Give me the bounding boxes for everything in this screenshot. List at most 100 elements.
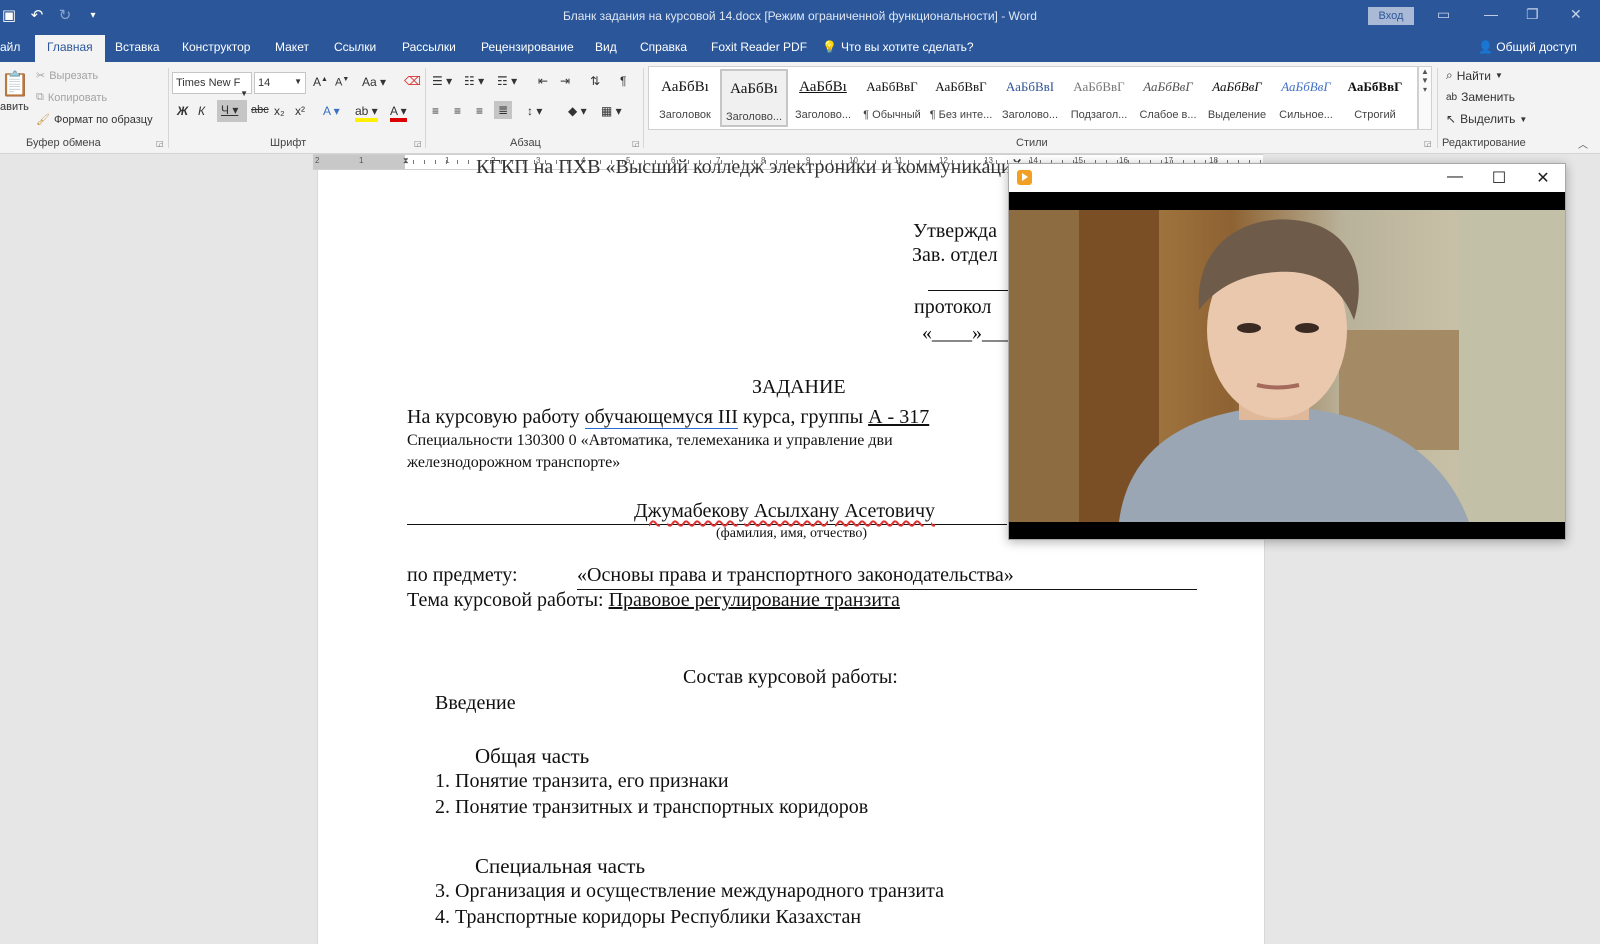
cut-button[interactable]: ✂ Вырезать [36,69,98,83]
share-button[interactable]: 👤 Общий доступ [1478,40,1577,54]
replace-label: Заменить [1461,90,1516,104]
login-button[interactable]: Вход [1368,7,1414,25]
style-heading-3[interactable]: АаБбВвI Заголово... [996,69,1064,127]
subscript-button[interactable]: x₂ [274,104,285,118]
video-area[interactable] [1009,192,1565,539]
style-name: ¶ Обычный [863,109,921,121]
video-close-button[interactable]: ✕ [1533,168,1553,188]
paragraph-launcher-icon[interactable]: ◲ [632,139,640,148]
separator [1437,68,1438,148]
cursor-icon: ↖ [1446,112,1457,126]
tab-view[interactable]: Вид [595,40,617,54]
find-button[interactable]: ⌕ Найти ▼ [1446,68,1503,83]
change-case-button[interactable]: Aa ▾ [362,75,386,89]
borders-icon[interactable]: ▦ ▾ [601,104,622,118]
style-name: Заголово... [1001,109,1059,121]
style-subtle-emphasis[interactable]: АаБбВвГ Слабое в... [1134,69,1202,127]
styles-scrollbar[interactable]: ▲ ▼ ▾ [1418,66,1432,130]
doc-subject-label: по предмету: [407,564,518,586]
tab-home[interactable]: Главная [35,35,105,62]
format-painter-button[interactable]: 🖌 Формат по образцу [36,113,153,127]
line-spacing-icon[interactable]: ↕ ▾ [527,104,542,118]
select-label: Выделить [1460,112,1516,126]
tab-design[interactable]: Конструктор [182,40,250,54]
bold-button[interactable]: Ж [177,104,188,118]
italic-button[interactable]: К [198,104,205,118]
style-no-spacing[interactable]: АаБбВвГ ¶ Без инте... [927,69,995,127]
shading-icon[interactable]: ◆ ▾ [568,104,587,118]
video-maximize-button[interactable]: ☐ [1489,168,1509,188]
tab-review[interactable]: Рецензирование [481,40,574,54]
doc-specialty-line-2: железнодорожном транспорте» [407,454,621,471]
select-button[interactable]: ↖ Выделить ▼ [1446,112,1527,126]
align-right-icon[interactable]: ≡ [476,104,483,118]
change-case-label: Aa [362,75,377,89]
tab-file[interactable]: айл [0,40,20,54]
font-size-combo[interactable]: 14 ▼ [254,72,306,94]
grow-font-button[interactable]: A▲ [313,75,328,89]
strikethrough-button[interactable]: abc [251,104,269,116]
bullets-icon[interactable]: ☰ ▾ [432,74,452,88]
tab-insert[interactable]: Вставка [115,40,160,54]
font-launcher-icon[interactable]: ◲ [414,139,422,148]
doc-general-part: Общая часть [475,744,590,768]
superscript-button[interactable]: x² [295,104,305,118]
style-preview: АаБбВвГ [1347,79,1403,94]
font-color-icon[interactable]: A ▾ [390,104,407,122]
styles-launcher-icon[interactable]: ◲ [1424,139,1432,148]
indent-marker-icon[interactable]: ⧗ [403,156,409,166]
style-heading-2[interactable]: АаБбВı Заголово... [789,69,857,127]
style-subtitle[interactable]: АаБбВвГ Подзагол... [1065,69,1133,127]
shrink-font-button[interactable]: A▼ [335,76,349,89]
style-preview: АаБбВвГ [866,79,918,94]
copy-button[interactable]: ⧉ Копировать [36,91,107,104]
style-name: Строгий [1354,109,1396,121]
restore-icon[interactable]: ❐ [1526,6,1539,23]
clipboard-launcher-icon[interactable]: ◲ [156,139,164,148]
replace-button[interactable]: ab Заменить [1446,90,1515,104]
style-preview: АаБбВı [730,81,778,97]
doc-date-line: «____»___ [922,322,1012,344]
ruler-tick [457,160,458,164]
video-player-window[interactable]: — ☐ ✕ [1008,163,1566,540]
align-left-icon[interactable]: ≡ [432,104,439,118]
style-heading-1[interactable]: АаБбВı Заголово... [720,69,788,127]
tab-references[interactable]: Ссылки [334,40,376,54]
chevron-down-icon: ▼ [1494,71,1503,80]
align-center-icon[interactable]: ≡ [454,104,461,118]
font-name-combo[interactable]: Times New F ▼ [172,72,252,98]
justify-icon[interactable]: ≣ [494,101,513,119]
font-name-value: Times New F [176,77,241,89]
style-intense-emphasis[interactable]: АаБбВвГ Сильное... [1272,69,1340,127]
doc-item-2: 2. Понятие транзитных и транспортных кор… [435,796,869,818]
webcam-frame [1009,210,1565,522]
multilevel-list-icon[interactable]: ☶ ▾ [497,74,517,88]
style-name: Заголово... [725,111,783,123]
style-normal[interactable]: АаБбВвГ ¶ Обычный [858,69,926,127]
collapse-ribbon-icon[interactable]: ︿ [1578,136,1588,151]
paste-button[interactable]: 📋 авить [0,70,30,113]
tab-mailings[interactable]: Рассылки [402,40,456,54]
video-titlebar[interactable]: — ☐ ✕ [1009,164,1565,192]
clear-formatting-icon[interactable]: ⌫ [404,74,421,88]
style-heading[interactable]: АаБбВı Заголовок [651,69,719,127]
tell-me-search[interactable]: 💡 Что вы хотите сделать? [822,40,974,54]
increase-indent-icon[interactable]: ⇥ [560,74,570,88]
numbering-icon[interactable]: ☷ ▾ [464,74,484,88]
video-minimize-button[interactable]: — [1445,168,1465,186]
tab-foxit[interactable]: Foxit Reader PDF [711,40,807,54]
sort-icon[interactable]: ⇅ [590,74,600,88]
highlight-icon[interactable]: ab ▾ [355,104,378,122]
show-marks-icon[interactable]: ¶ [620,74,626,88]
tab-help[interactable]: Справка [640,40,687,54]
decrease-indent-icon[interactable]: ⇤ [538,74,548,88]
style-strong[interactable]: АаБбВвГ Строгий [1341,69,1409,127]
underline-button[interactable]: Ч ▾ [217,100,247,122]
minimize-icon[interactable]: — [1484,6,1498,22]
ribbon-display-icon[interactable]: ▭ [1437,6,1450,23]
tab-layout[interactable]: Макет [275,40,309,54]
close-icon[interactable]: ✕ [1570,6,1582,23]
style-emphasis[interactable]: АаБбВвГ Выделение [1203,69,1271,127]
replace-icon: ab [1446,91,1458,103]
text-effects-icon[interactable]: A ▾ [323,104,340,118]
